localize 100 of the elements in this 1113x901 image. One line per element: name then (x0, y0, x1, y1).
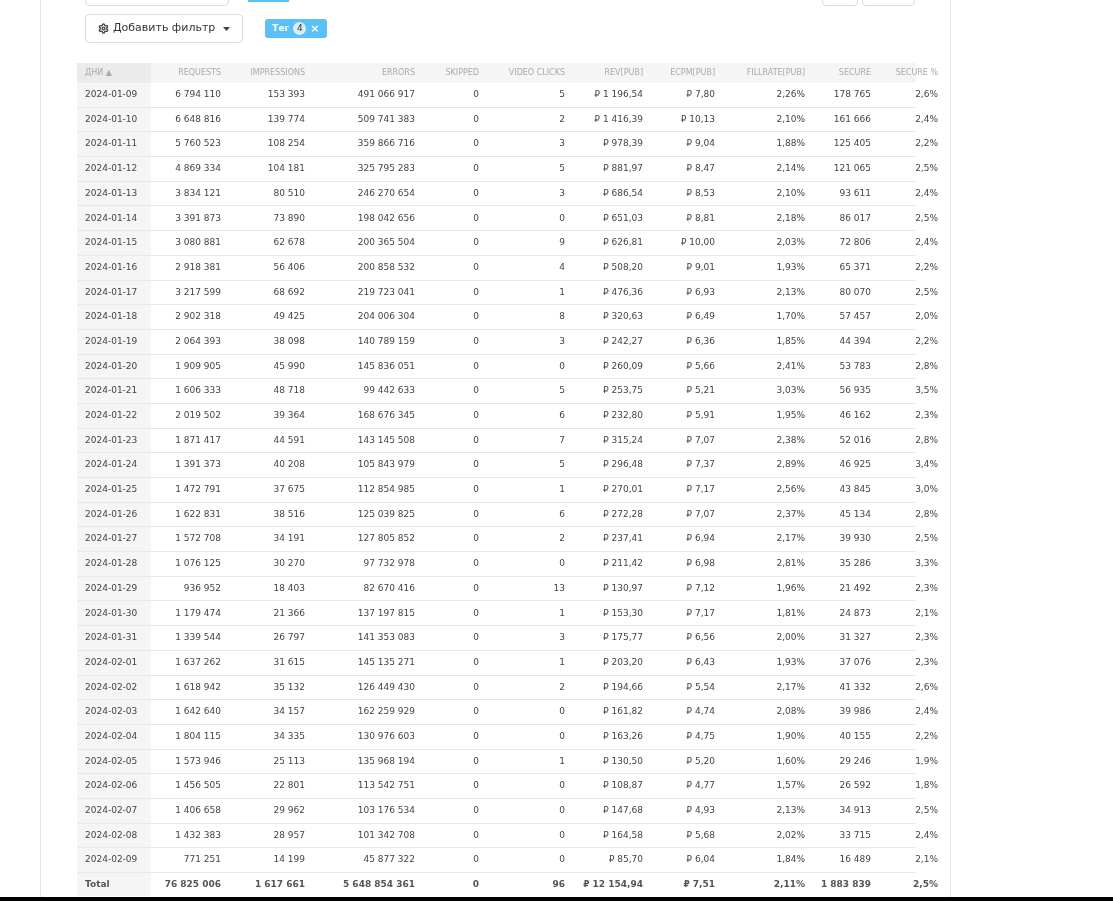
table-cell-text: 126 449 430 (356, 680, 416, 694)
table-cell-text: ₽ 7,17 (685, 483, 716, 497)
column-header[interactable]: VIDEO CLICKS (483, 63, 569, 83)
table-cell-text: 2,2% (914, 260, 939, 274)
column-header[interactable]: SKIPPED (419, 63, 483, 83)
table-cell-text: 2 (558, 112, 566, 126)
table-cell-text: 204 006 304 (356, 310, 416, 324)
table-cell-text: ₽ 6,56 (685, 631, 716, 645)
table-cell-text: 1,88% (775, 137, 806, 151)
table-cell-text: 0 (472, 310, 480, 324)
table-cell-text: 108 254 (266, 137, 306, 151)
column-header[interactable]: SECURE (809, 63, 875, 83)
table-cell-text: 3,0% (914, 483, 939, 497)
tag-badge[interactable]: Тег 4 × (265, 19, 327, 38)
column-header[interactable]: REV[PUB] (569, 63, 647, 83)
table-cell-text: 35 132 (272, 680, 306, 694)
date-cell: 2024-01-13 (77, 181, 151, 206)
table-cell-text: 2 064 393 (174, 334, 222, 348)
table-cell-text: 0 (471, 877, 480, 891)
column-header[interactable]: IMPRESSIONS (225, 63, 309, 83)
table-cell-text: 0 (558, 729, 566, 743)
date-cell: 2024-01-23 (77, 428, 151, 453)
table-cell-text: 2,8% (914, 359, 939, 373)
table-cell-text: 1 (558, 483, 566, 497)
table-cell-text: 1 076 125 (174, 557, 222, 571)
table-cell-text: ₽ 270,01 (601, 483, 644, 497)
table-cell-text: 2,2% (914, 729, 939, 743)
table-cell-text: ₽ 6,04 (685, 853, 716, 867)
table-cell-text: 0 (472, 606, 480, 620)
table-cell-text: ₽ 203,20 (601, 655, 644, 669)
table-cell-text: 2,02% (775, 828, 806, 842)
table-cell-text: 3 (558, 186, 566, 200)
table-cell-text: 57 457 (838, 310, 872, 324)
table-cell-text: 46 162 (838, 409, 872, 423)
column-header[interactable]: ДНИ ▲ (77, 63, 151, 83)
table-cell-text: 0 (472, 680, 480, 694)
tag-label: Тег (272, 21, 290, 35)
table-cell-text: 113 542 751 (356, 779, 416, 793)
table-cell-text: 1 804 115 (174, 729, 222, 743)
table-cell-text: 1,81% (775, 606, 806, 620)
table-cell-text: 771 251 (182, 853, 222, 867)
table-cell-text: ₽ 10,00 (679, 236, 716, 250)
table-cell-text: 0 (558, 211, 566, 225)
column-header[interactable]: FILLRATE[PUB] (719, 63, 809, 83)
table-cell-text: 2,26% (775, 88, 806, 102)
table-cell-text: ₽ 315,24 (601, 433, 644, 447)
table-cell-text: 68 692 (272, 285, 306, 299)
table-cell-text: 246 270 654 (356, 186, 416, 200)
table-cell-text: 3,3% (914, 557, 939, 571)
date-cell: 2024-01-16 (77, 255, 151, 280)
table-cell-text: 137 197 815 (356, 606, 416, 620)
table-cell-text: 112 854 985 (356, 483, 416, 497)
table-cell-text: 3 (558, 137, 566, 151)
table-cell-text: 0 (472, 285, 480, 299)
table-cell-text: 1,60% (775, 754, 806, 768)
column-header[interactable]: SECURE % (875, 63, 942, 83)
table-cell-text: 140 789 159 (356, 334, 416, 348)
table-cell-text: 45 990 (272, 359, 306, 373)
table-cell-text: ₽ 881,97 (601, 162, 644, 176)
table-cell-text: 200 858 532 (356, 260, 416, 274)
table-cell-text: ₽ 108,87 (601, 779, 644, 793)
date-cell: 2024-01-18 (77, 305, 151, 329)
table-cell-text: 2,11% (772, 877, 806, 891)
table-cell-text: 1 456 505 (174, 779, 222, 793)
table-cell-text: 46 925 (838, 458, 872, 472)
table-cell-text: 1 883 839 (819, 877, 872, 891)
table-cell-text: 5 (558, 384, 566, 398)
date-cell: 2024-01-19 (77, 329, 151, 354)
table-cell-text: 96 (551, 877, 566, 891)
date-cell: 2024-01-20 (77, 354, 151, 379)
table-cell-text: 2,17% (775, 680, 806, 694)
table-cell-text: 2,89% (775, 458, 806, 472)
table-cell-text: 1,90% (775, 729, 806, 743)
table-cell-text: 1,95% (775, 409, 806, 423)
table-cell-text: 0 (472, 507, 480, 521)
table-cell-text: 2,38% (775, 433, 806, 447)
close-icon[interactable]: × (310, 23, 320, 34)
date-cell: 2024-01-10 (77, 107, 151, 132)
table-cell-text: 2,2% (914, 137, 939, 151)
table-cell-text: 76 825 006 (163, 877, 222, 891)
settings-icon (98, 23, 109, 34)
table-cell-text: 0 (558, 359, 566, 373)
table-cell-text: 0 (472, 779, 480, 793)
table-cell-text: ₽ 5,21 (685, 384, 716, 398)
table-cell-text: ₽ 6,36 (685, 334, 716, 348)
table-cell-text: 26 592 (838, 779, 872, 793)
table-cell-text: 2,5% (914, 804, 939, 818)
table-cell-text: ₽ 7,07 (685, 433, 716, 447)
column-header[interactable]: ECPM[PUB] (647, 63, 719, 83)
table-cell-text: ₽ 7,80 (685, 88, 716, 102)
column-header[interactable]: ERRORS (309, 63, 419, 83)
date-cell: 2024-01-22 (77, 403, 151, 428)
table-cell-text: 21 492 (838, 581, 872, 595)
table-cell-text: 0 (472, 581, 480, 595)
table-cell-text: 1 642 640 (174, 705, 222, 719)
add-filter-button[interactable]: Добавить фильтр (85, 14, 244, 43)
table-cell-text: 1,93% (775, 655, 806, 669)
table-cell-text: 22 801 (272, 779, 306, 793)
column-header[interactable]: REQUESTS (151, 63, 225, 83)
date-cell: 2024-01-09 (77, 83, 151, 107)
